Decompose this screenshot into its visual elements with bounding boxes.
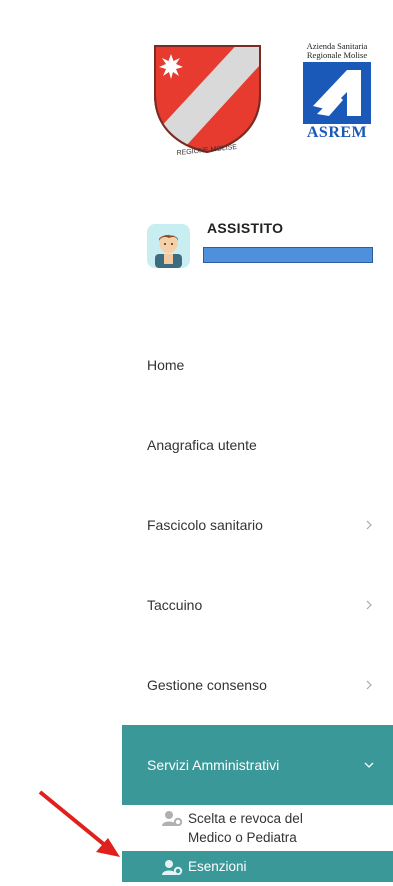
header-logos: REGIONE MOLISE Azienda Sanitaria Regiona… <box>145 40 385 160</box>
nav-item-label: Gestione consenso <box>147 677 267 693</box>
submenu-item-label: Esenzioni <box>188 859 247 874</box>
annotation-arrow-icon <box>38 790 120 857</box>
nav-item-label: Servizi Amministrativi <box>147 757 280 773</box>
nav-item-label: Taccuino <box>147 597 203 613</box>
nav-item-home[interactable]: Home <box>122 325 393 405</box>
submenu-servizi: Scelta e revoca del Medico o Pediatra Es… <box>122 805 393 882</box>
user-profile: ASSISTITO <box>147 216 377 276</box>
nav-item-taccuino[interactable]: Taccuino <box>122 565 393 645</box>
submenu-item-esenzioni[interactable]: Esenzioni <box>122 851 393 882</box>
asrem-name: ASREM <box>306 124 368 141</box>
sidebar-nav: Home Anagrafica utente Fascicolo sanitar… <box>122 325 393 882</box>
nav-item-anagrafica[interactable]: Anagrafica utente <box>122 405 393 485</box>
nav-item-fascicolo[interactable]: Fascicolo sanitario <box>122 485 393 565</box>
nav-item-gestione-consenso[interactable]: Gestione consenso <box>122 645 393 725</box>
nav-item-label: Fascicolo sanitario <box>147 517 263 533</box>
asrem-mark-icon <box>303 62 371 124</box>
nav-item-label: Home <box>147 357 185 373</box>
submenu-item-scelta-revoca[interactable]: Scelta e revoca del Medico o Pediatra <box>122 805 393 851</box>
chevron-right-icon <box>366 600 372 610</box>
user-gear-icon <box>162 811 183 826</box>
user-name-redacted <box>203 247 373 263</box>
nav-item-servizi-amministrativi[interactable]: Servizi Amministrativi <box>122 725 393 805</box>
submenu-item-label-line1: Scelta e revoca del <box>188 811 303 826</box>
avatar-icon <box>155 234 182 268</box>
chevron-down-icon <box>364 762 374 768</box>
nav-item-label: Anagrafica utente <box>147 437 257 453</box>
chevron-right-icon <box>366 680 372 690</box>
user-gear-icon <box>162 860 183 875</box>
submenu-item-label-line2: Medico o Pediatra <box>188 830 297 845</box>
asrem-header: Azienda Sanitaria Regionale Molise <box>306 41 368 60</box>
asrem-logo: Azienda Sanitaria Regionale Molise ASREM <box>299 42 375 160</box>
regione-molise-logo: REGIONE MOLISE <box>154 45 261 157</box>
user-role: ASSISTITO <box>207 220 284 236</box>
chevron-right-icon <box>366 520 372 530</box>
submenu-item-label: Scelta e revoca del Medico o Pediatra <box>188 809 303 847</box>
user-avatar <box>147 224 190 268</box>
